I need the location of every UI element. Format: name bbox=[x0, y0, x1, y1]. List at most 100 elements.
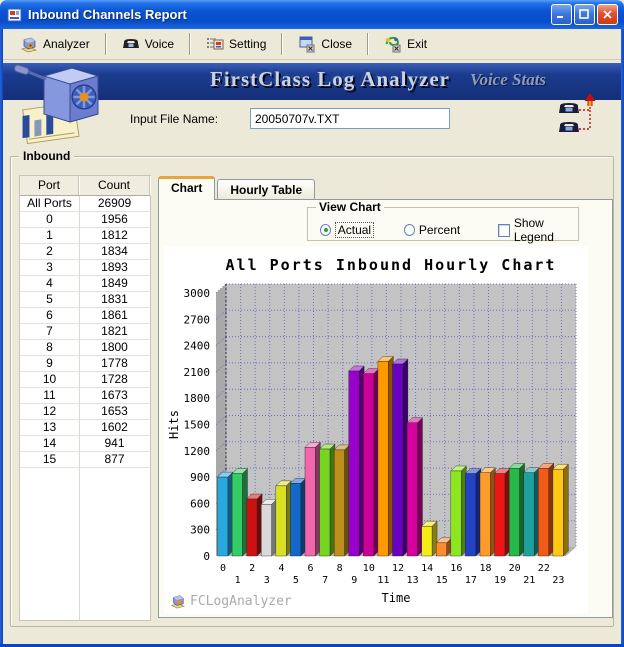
x-tick-label: 16 bbox=[450, 563, 462, 574]
cell-count: 1849 bbox=[79, 276, 150, 291]
title-bar[interactable]: Inbound Channels Report bbox=[0, 0, 624, 29]
cell-port: 2 bbox=[20, 244, 79, 259]
cell-count: 1834 bbox=[79, 244, 150, 259]
tab-chart[interactable]: Chart bbox=[158, 176, 215, 200]
toolbar-label-voice: Voice bbox=[145, 37, 174, 51]
x-tick-label: 2 bbox=[249, 563, 255, 574]
toolbar-button-close[interactable]: Close bbox=[288, 32, 362, 57]
radio-actual-label[interactable]: Actual bbox=[335, 222, 374, 238]
app-logo bbox=[6, 62, 108, 144]
toolbar-separator bbox=[281, 33, 283, 55]
bar-hour-12 bbox=[393, 364, 403, 556]
toolbar-separator bbox=[105, 33, 107, 55]
y-tick-label: 2100 bbox=[184, 366, 211, 379]
table-row[interactable]: All Ports26909 bbox=[20, 196, 150, 212]
table-row[interactable]: 61861 bbox=[20, 308, 150, 324]
radio-actual[interactable] bbox=[320, 224, 331, 236]
window-title: Inbound Channels Report bbox=[28, 7, 187, 22]
table-row[interactable]: 11812 bbox=[20, 228, 150, 244]
cell-count: 1861 bbox=[79, 308, 150, 323]
checkbox-show-legend-label[interactable]: Show Legend bbox=[514, 216, 578, 244]
table-body: All Ports2690901956118122183431893418495… bbox=[20, 196, 150, 468]
table-row[interactable]: 31893 bbox=[20, 260, 150, 276]
bar-hour-23 bbox=[553, 469, 563, 556]
table-row[interactable]: 131602 bbox=[20, 420, 150, 436]
cell-port: 6 bbox=[20, 308, 79, 323]
x-tick-label: 19 bbox=[494, 575, 506, 586]
bar-hour-1 bbox=[232, 474, 242, 556]
close-button[interactable] bbox=[597, 4, 618, 25]
x-tick-label: 4 bbox=[278, 563, 284, 574]
table-row[interactable]: 111673 bbox=[20, 388, 150, 404]
setting-list-icon bbox=[206, 36, 224, 52]
table-row[interactable]: 101728 bbox=[20, 372, 150, 388]
toolbar-button-exit[interactable]: Exit bbox=[374, 32, 437, 57]
analyzer-cube-icon bbox=[19, 36, 38, 53]
bar-hour-10 bbox=[363, 374, 373, 556]
x-tick-label: 22 bbox=[538, 563, 550, 574]
cell-port: 8 bbox=[20, 340, 79, 355]
bar-hour-18 bbox=[480, 473, 490, 556]
cell-count: 1800 bbox=[79, 340, 150, 355]
y-tick-label: 300 bbox=[190, 524, 210, 537]
radio-percent-label[interactable]: Percent bbox=[419, 223, 460, 237]
cell-count: 1893 bbox=[79, 260, 150, 275]
bar-hour-15 bbox=[436, 543, 446, 556]
x-tick-label: 3 bbox=[264, 575, 270, 586]
table-row[interactable]: 91778 bbox=[20, 356, 150, 372]
tab-hourly-table[interactable]: Hourly Table bbox=[217, 179, 315, 200]
bar-hour-9 bbox=[349, 371, 359, 556]
table-row[interactable]: 41849 bbox=[20, 276, 150, 292]
cell-port: 10 bbox=[20, 372, 79, 387]
input-file-name-field[interactable] bbox=[250, 108, 450, 129]
cell-port: All Ports bbox=[20, 196, 79, 211]
column-header-count[interactable]: Count bbox=[79, 176, 150, 195]
cell-count: 26909 bbox=[79, 196, 150, 211]
toolbar-button-setting[interactable]: Setting bbox=[196, 32, 276, 57]
table-row[interactable]: 21834 bbox=[20, 244, 150, 260]
radio-percent[interactable] bbox=[404, 224, 415, 236]
table-row[interactable]: 81800 bbox=[20, 340, 150, 356]
watermark-cube-icon bbox=[169, 594, 186, 609]
x-tick-label: 23 bbox=[552, 575, 564, 586]
x-tick-label: 6 bbox=[307, 563, 313, 574]
cell-port: 12 bbox=[20, 404, 79, 419]
table-row[interactable]: 01956 bbox=[20, 212, 150, 228]
cell-count: 1831 bbox=[79, 292, 150, 307]
view-chart-label: View Chart bbox=[316, 200, 384, 214]
maximize-button[interactable] bbox=[574, 4, 595, 25]
x-tick-label: 11 bbox=[377, 575, 389, 586]
y-tick-label: 600 bbox=[190, 497, 210, 510]
cell-port: 9 bbox=[20, 356, 79, 371]
x-tick-label: 20 bbox=[509, 563, 521, 574]
table-row[interactable]: 71821 bbox=[20, 324, 150, 340]
table-row[interactable]: 121653 bbox=[20, 404, 150, 420]
table-row[interactable]: 14941 bbox=[20, 436, 150, 452]
bar-hour-19 bbox=[495, 474, 505, 556]
bar-hour-20 bbox=[509, 468, 519, 556]
y-tick-label: 2700 bbox=[184, 313, 211, 326]
cell-count: 877 bbox=[79, 452, 150, 467]
bar-hour-17 bbox=[465, 474, 475, 556]
table-row[interactable]: 15877 bbox=[20, 452, 150, 468]
x-axis-title: Time bbox=[382, 591, 411, 605]
toolbar-label-close: Close bbox=[321, 37, 352, 51]
toolbar-label-analyzer: Analyzer bbox=[43, 37, 90, 51]
banner-section-title: Voice Stats bbox=[470, 70, 546, 90]
checkbox-show-legend[interactable] bbox=[498, 224, 510, 237]
exit-icon bbox=[384, 36, 402, 53]
toolbar-button-voice[interactable]: Voice bbox=[112, 32, 184, 57]
toolbar-button-analyzer[interactable]: Analyzer bbox=[9, 32, 100, 57]
y-tick-label: 1500 bbox=[184, 419, 211, 432]
cell-count: 1673 bbox=[79, 388, 150, 403]
bar-hour-8 bbox=[334, 450, 344, 556]
x-tick-label: 1 bbox=[235, 575, 241, 586]
close-window-icon bbox=[298, 36, 316, 53]
bar-hour-0 bbox=[218, 477, 228, 556]
bar-hour-4 bbox=[276, 486, 286, 556]
y-tick-label: 3000 bbox=[184, 287, 211, 300]
column-header-port[interactable]: Port bbox=[20, 176, 79, 195]
table-row[interactable]: 51831 bbox=[20, 292, 150, 308]
cell-count: 1956 bbox=[79, 212, 150, 227]
minimize-button[interactable] bbox=[551, 4, 572, 25]
